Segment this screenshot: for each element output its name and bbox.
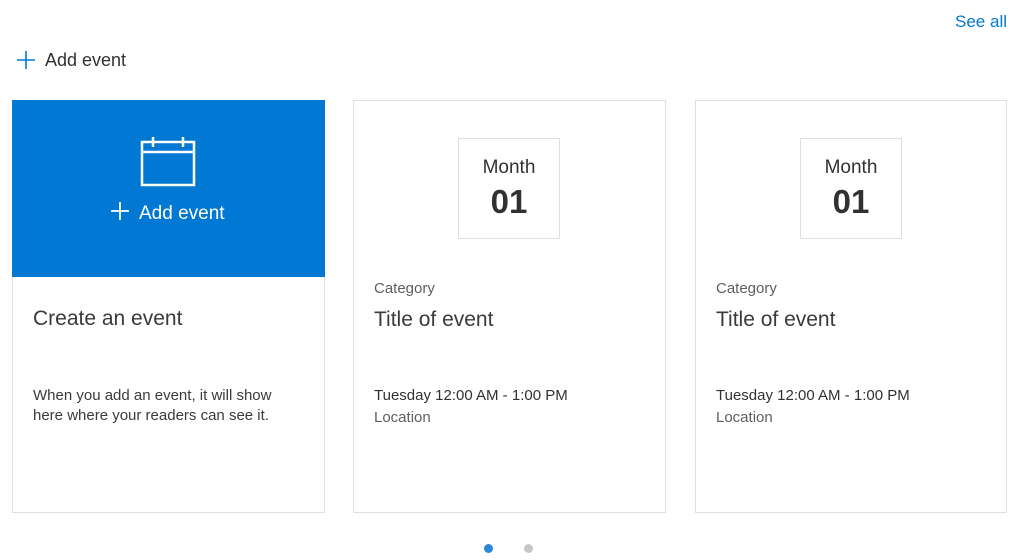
event-date-box: Month 01	[458, 138, 560, 239]
event-time: Tuesday 12:00 AM - 1:00 PM	[374, 387, 568, 404]
event-title[interactable]: Title of event	[374, 308, 493, 332]
pagination-dots	[484, 544, 533, 553]
event-month: Month	[824, 157, 878, 178]
pagination-dot[interactable]	[524, 544, 533, 553]
plus-icon	[110, 201, 130, 227]
event-month: Month	[482, 157, 536, 178]
create-event-hero[interactable]: Add event	[12, 100, 325, 277]
hero-add-event-button[interactable]: Add event	[110, 201, 225, 227]
event-location: Location	[374, 409, 431, 426]
hero-add-event-label: Add event	[139, 203, 225, 224]
event-card[interactable]: Month 01 Category Title of event Tuesday…	[695, 100, 1007, 513]
event-category: Category	[374, 280, 435, 297]
plus-icon	[16, 50, 36, 70]
see-all-link[interactable]: See all	[955, 12, 1007, 32]
event-day: 01	[490, 183, 528, 220]
event-category: Category	[716, 280, 777, 297]
event-title[interactable]: Title of event	[716, 308, 835, 332]
event-location: Location	[716, 409, 773, 426]
event-time: Tuesday 12:00 AM - 1:00 PM	[716, 387, 910, 404]
add-event-label: Add event	[45, 49, 127, 70]
create-event-title: Create an event	[33, 307, 183, 330]
event-card[interactable]: Month 01 Category Title of event Tuesday…	[353, 100, 666, 513]
event-day: 01	[832, 183, 870, 220]
calendar-icon	[140, 135, 196, 192]
create-event-card: Add event Create an event When you add a…	[12, 100, 325, 513]
add-event-button[interactable]: Add event	[16, 47, 126, 73]
event-date-box: Month 01	[800, 138, 902, 239]
create-event-description: When you add an event, it will show here…	[33, 387, 272, 424]
pagination-dot-active[interactable]	[484, 544, 493, 553]
